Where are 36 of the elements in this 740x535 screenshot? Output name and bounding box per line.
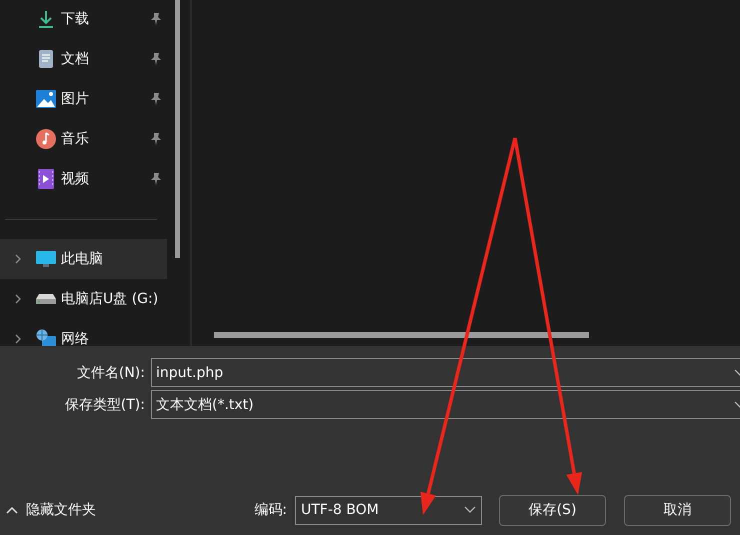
drive-icon [36, 293, 56, 305]
quick-access-item[interactable]: 音乐 [0, 119, 167, 159]
file-type-dropdown[interactable]: 文本文档(*.txt) [151, 390, 740, 419]
field-label: 保存类型(T): [64, 396, 145, 414]
caret-icon[interactable] [6, 506, 18, 514]
tree-item[interactable]: 此电脑 [0, 239, 167, 279]
pin-icon[interactable] [150, 92, 162, 106]
encoding-dropdown[interactable]: UTF-8 BOM [295, 496, 482, 524]
file-name-field[interactable]: input.php [151, 358, 740, 387]
save-button[interactable]: 保存(S) [499, 494, 606, 526]
picture-icon [36, 90, 56, 108]
pin-icon[interactable] [150, 12, 162, 26]
scrollbar[interactable] [175, 0, 180, 258]
field-label: 文件名(N): [76, 364, 145, 382]
chevron-icon[interactable] [13, 334, 23, 344]
monitor-icon [36, 250, 56, 268]
encoding-label: 编码: [254, 501, 287, 519]
quick-access-item[interactable]: 视频 [0, 159, 167, 199]
music-note-icon [36, 129, 56, 149]
pin-icon[interactable] [150, 52, 162, 66]
quick-access-item[interactable]: 文档 [0, 39, 167, 79]
pin-icon[interactable] [150, 132, 162, 146]
hide-folders-toggle[interactable]: 隐藏文件夹 [0, 500, 102, 520]
download-icon [37, 9, 55, 29]
chevron-icon[interactable] [13, 254, 23, 264]
tree-item[interactable]: 电脑店U盘 (G:) [0, 279, 167, 319]
pin-icon[interactable] [150, 172, 162, 186]
document-icon [38, 49, 54, 69]
video-icon [38, 169, 54, 189]
dropdown-icon[interactable] [464, 506, 476, 514]
quick-access-item[interactable]: 下载 [0, 0, 167, 39]
chevron-icon[interactable] [13, 294, 23, 304]
scrollbar[interactable] [214, 332, 589, 338]
network-icon [36, 329, 56, 346]
quick-access-item[interactable]: 图片 [0, 79, 167, 119]
cancel-button[interactable]: 取消 [624, 494, 731, 526]
